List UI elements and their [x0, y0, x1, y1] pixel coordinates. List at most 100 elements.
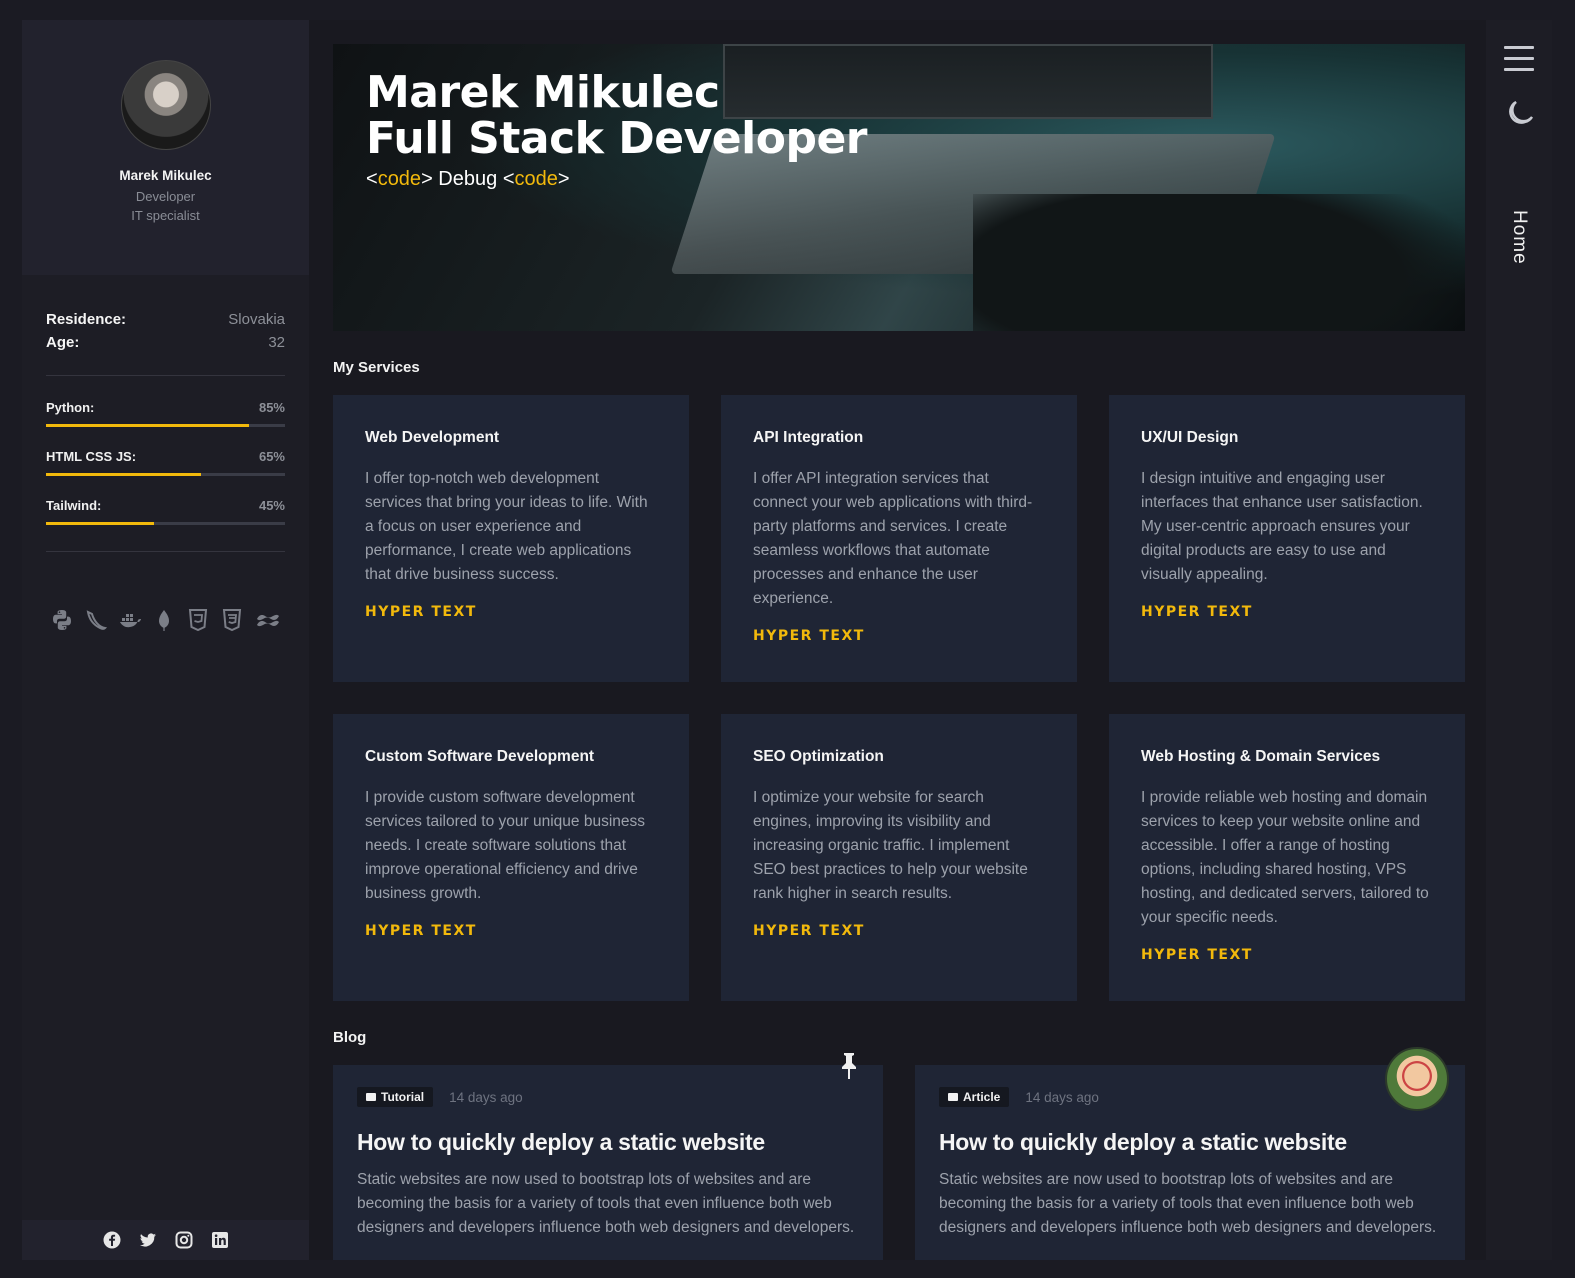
service-card: API Integration I offer API integration …: [721, 395, 1077, 682]
skill-label: HTML CSS JS:: [46, 449, 137, 464]
right-nav: Home: [1486, 20, 1552, 1260]
skill-tailwind: Tailwind: 45%: [46, 498, 285, 525]
services-grid: Web Development I offer top-notch web de…: [333, 395, 1465, 1001]
badge-label: Article: [963, 1090, 1001, 1104]
service-title: Web Development: [365, 429, 500, 446]
pin-icon: [839, 1051, 859, 1081]
skill-bar: [46, 473, 285, 476]
skill-percent: 85%: [258, 400, 285, 415]
left-sidebar: Marek Mikulec Developer IT specialist Re…: [22, 20, 309, 1260]
css3-icon: [220, 608, 244, 632]
flask-icon: [84, 608, 108, 632]
service-link[interactable]: HYPER TEXT: [1141, 604, 1253, 620]
profile-role: Developer: [135, 189, 196, 204]
service-link[interactable]: HYPER TEXT: [365, 604, 477, 620]
tech-icons: [22, 576, 309, 632]
service-card: Web Hosting & Domain Services I provide …: [1109, 714, 1465, 1001]
article-icon: [948, 1093, 958, 1101]
service-description: I offer API integration services that co…: [753, 470, 1033, 607]
service-title: UX/UI Design: [1141, 429, 1239, 446]
skill-python: Python: 85%: [46, 400, 285, 427]
hero-code-tag: code: [514, 168, 558, 190]
post-time: 14 days ago: [1025, 1089, 1099, 1105]
html5-icon: [186, 608, 210, 632]
profile-card: Marek Mikulec Developer IT specialist: [22, 20, 309, 275]
hero-bracket: >: [421, 168, 433, 190]
main-content: Marek Mikulec Full Stack Developer < code…: [333, 44, 1465, 1260]
blog-heading: Blog: [333, 1029, 367, 1046]
service-link[interactable]: HYPER TEXT: [753, 923, 865, 939]
instagram-icon[interactable]: [175, 1231, 193, 1249]
social-links: [22, 1220, 309, 1260]
nav-home[interactable]: Home: [1508, 210, 1530, 265]
skill-label: Python:: [46, 400, 95, 415]
service-description: I provide reliable web hosting and domai…: [1141, 789, 1429, 926]
blog-post[interactable]: Article 14 days ago How to quickly deplo…: [915, 1047, 1465, 1260]
post-excerpt: Static websites are now used to bootstra…: [357, 1171, 855, 1236]
services-heading: My Services: [333, 359, 420, 376]
info-key: Age:: [46, 334, 80, 351]
blog-post[interactable]: Tutorial 14 days ago How to quickly depl…: [333, 1053, 883, 1260]
hero-word: Debug: [432, 168, 503, 190]
hero-subtitle: <code> Debug <code>: [366, 168, 867, 191]
skill-percent: 65%: [258, 449, 285, 464]
service-description: I offer top-notch web development servic…: [365, 470, 648, 583]
info-value: Slovakia: [228, 311, 285, 328]
hero-banner: Marek Mikulec Full Stack Developer < code…: [333, 44, 1465, 331]
info-list: Residence: Slovakia Age: 32: [22, 275, 309, 351]
facebook-icon[interactable]: [103, 1231, 121, 1249]
post-title[interactable]: How to quickly deploy a static website: [357, 1129, 859, 1156]
service-card: UX/UI Design I design intuitive and enga…: [1109, 395, 1465, 682]
docker-icon: [118, 608, 142, 632]
service-link[interactable]: HYPER TEXT: [1141, 947, 1253, 963]
hero-bracket: >: [557, 168, 570, 190]
service-description: I provide custom software development se…: [365, 789, 646, 902]
profile-name: Marek Mikulec: [119, 168, 212, 183]
info-row-residence: Residence: Slovakia: [46, 311, 285, 328]
hero-bracket: <: [366, 168, 378, 190]
profile-role-secondary: IT specialist: [131, 208, 200, 223]
tailwind-icon: [254, 608, 279, 632]
service-title: API Integration: [753, 429, 864, 446]
post-meta: Tutorial 14 days ago: [357, 1087, 859, 1107]
service-card: Custom Software Development I provide cu…: [333, 714, 689, 1001]
python-icon: [50, 608, 74, 632]
linkedin-icon[interactable]: [211, 1231, 229, 1249]
author-avatar: [1385, 1047, 1449, 1111]
service-card: Web Development I offer top-notch web de…: [333, 395, 689, 682]
post-meta: Article 14 days ago: [939, 1087, 1441, 1107]
moon-icon[interactable]: [1505, 98, 1535, 128]
blog-grid: Tutorial 14 days ago How to quickly depl…: [333, 1047, 1465, 1260]
service-description: I optimize your website for search engin…: [753, 789, 1028, 902]
skills-list: Python: 85% HTML CSS JS: 65% Tailwind: 45%: [22, 400, 309, 525]
divider: [46, 551, 285, 552]
skill-bar-fill: [46, 424, 250, 427]
skill-bar-fill: [46, 522, 154, 525]
skill-html-css-js: HTML CSS JS: 65%: [46, 449, 285, 476]
info-key: Residence:: [46, 311, 127, 328]
twitter-icon[interactable]: [139, 1231, 157, 1249]
post-title[interactable]: How to quickly deploy a static website: [939, 1129, 1441, 1156]
divider: [46, 375, 285, 376]
hero-title-role: Full Stack Developer: [366, 113, 867, 164]
hero-title-name: Marek Mikulec: [366, 67, 720, 118]
post-time: 14 days ago: [449, 1089, 523, 1105]
hero-text: Marek Mikulec Full Stack Developer < code…: [366, 70, 867, 191]
mongodb-icon: [152, 608, 176, 632]
video-icon: [366, 1093, 376, 1101]
service-title: Web Hosting & Domain Services: [1141, 748, 1381, 765]
avatar: [120, 60, 211, 150]
skill-bar: [46, 522, 285, 525]
skill-label: Tailwind:: [46, 498, 102, 513]
service-card: SEO Optimization I optimize your website…: [721, 714, 1077, 1001]
service-title: Custom Software Development: [365, 748, 595, 765]
service-description: I design intuitive and engaging user int…: [1141, 470, 1423, 583]
page-frame: Marek Mikulec Developer IT specialist Re…: [22, 20, 1552, 1260]
service-link[interactable]: HYPER TEXT: [365, 923, 477, 939]
info-row-age: Age: 32: [46, 334, 285, 351]
info-value: 32: [268, 334, 285, 351]
hero-hand-image: [973, 194, 1465, 331]
service-title: SEO Optimization: [753, 748, 884, 765]
service-link[interactable]: HYPER TEXT: [753, 628, 865, 644]
menu-icon[interactable]: [1504, 46, 1534, 72]
